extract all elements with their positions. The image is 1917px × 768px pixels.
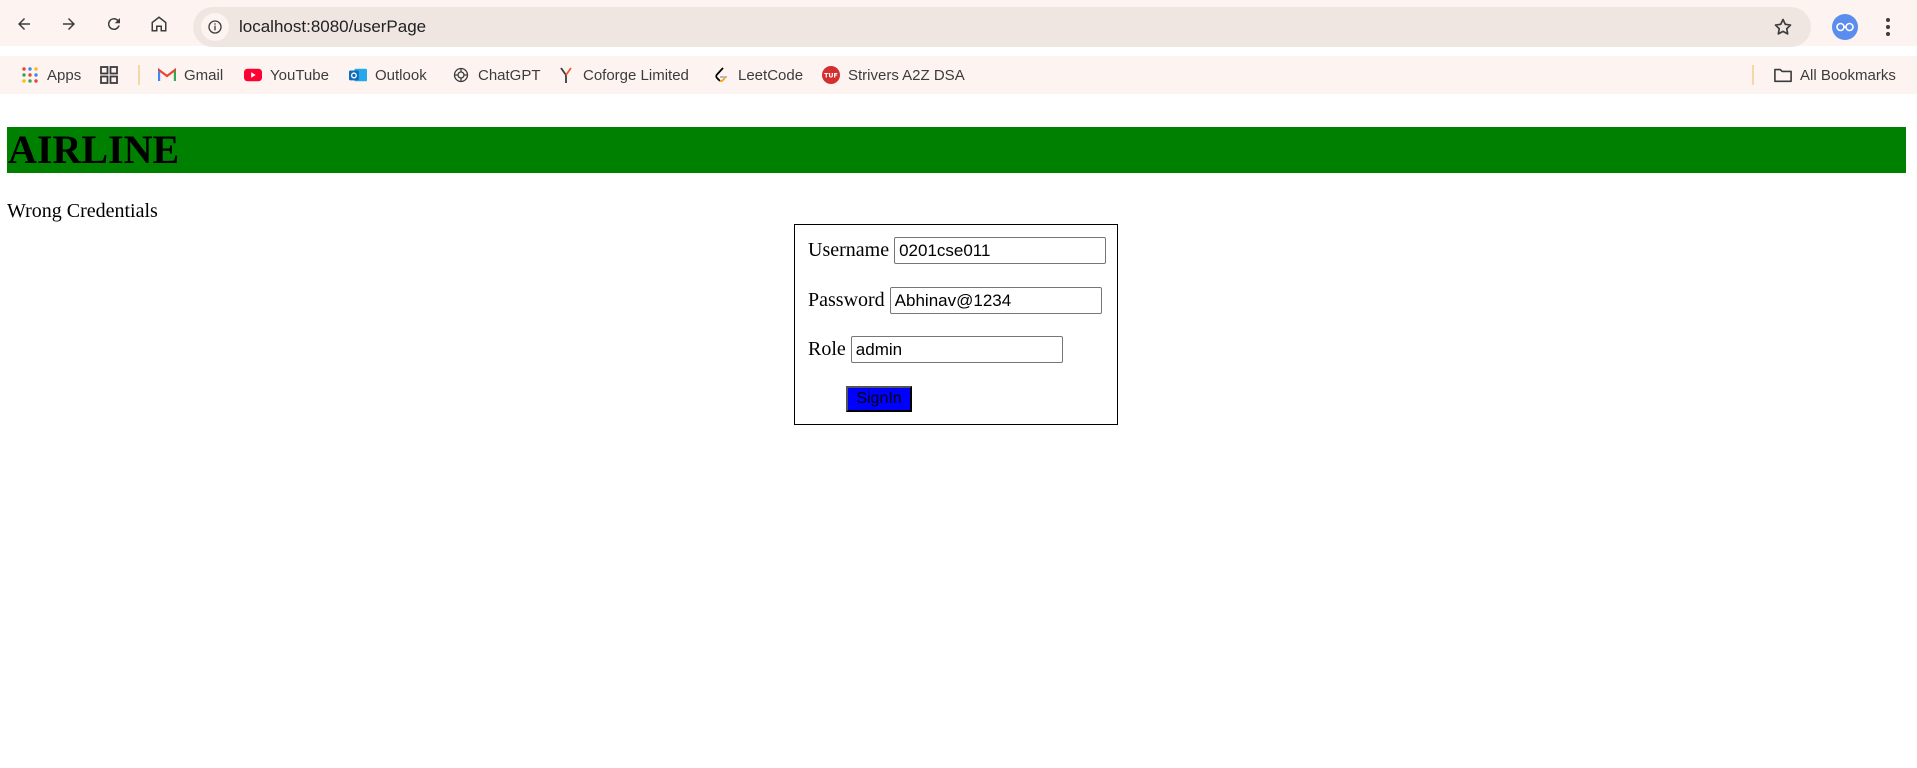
password-row: Password <box>808 287 1102 314</box>
error-message: Wrong Credentials <box>7 200 158 222</box>
bookmark-gmail[interactable]: Gmail <box>158 64 223 86</box>
back-button[interactable] <box>10 10 38 38</box>
home-icon <box>151 16 167 32</box>
info-icon <box>208 20 222 34</box>
youtube-icon <box>244 66 262 84</box>
signin-button[interactable]: SignIn <box>846 386 912 412</box>
bookmark-label: LeetCode <box>738 66 804 84</box>
chatgpt-icon <box>452 66 470 84</box>
username-label: Username <box>808 239 890 261</box>
site-header: AIRLINE <box>7 127 1906 173</box>
all-bookmarks-label: All Bookmarks <box>1800 66 1896 84</box>
bookmarks-divider <box>1752 65 1754 85</box>
bookmark-youtube[interactable]: YouTube <box>244 64 329 86</box>
home-button[interactable] <box>145 10 173 38</box>
bookmark-label: Apps <box>47 66 82 84</box>
bookmark-label: ChatGPT <box>478 66 541 84</box>
apps-grid-icon <box>21 66 39 84</box>
bookmark-label: Gmail <box>184 66 224 84</box>
username-field[interactable] <box>894 237 1107 264</box>
arrow-right-icon <box>63 18 75 30</box>
address-bar[interactable]: localhost:8080/userPage <box>193 7 1811 47</box>
bookmark-label: Outlook <box>375 66 427 84</box>
bookmark-label: YouTube <box>270 66 329 84</box>
role-label: Role <box>808 338 846 360</box>
role-row: Role <box>808 336 1063 363</box>
folder-icon <box>1774 66 1792 84</box>
bookmarks-divider <box>138 65 140 85</box>
leetcode-icon <box>712 66 730 84</box>
bookmark-coforge[interactable]: Coforge Limited <box>557 64 689 86</box>
bookmark-leetcode[interactable]: LeetCode <box>712 64 803 86</box>
page-title: AIRLINE <box>8 127 180 172</box>
bookmark-outlook[interactable]: Outlook <box>349 64 427 86</box>
tab-groups-icon <box>100 66 118 84</box>
reload-button[interactable] <box>100 10 128 38</box>
outlook-icon <box>349 66 367 84</box>
browser-toolbar: localhost:8080/userPage <box>0 0 1917 47</box>
bookmark-label: Coforge Limited <box>583 66 689 84</box>
bookmark-strivers[interactable]: TUF Strivers A2Z DSA <box>822 64 965 86</box>
login-form: Username Password Role SignIn <box>794 224 1118 425</box>
password-label: Password <box>808 289 885 311</box>
gmail-icon <box>158 66 176 84</box>
bookmark-chatgpt[interactable]: ChatGPT <box>452 64 541 86</box>
coforge-icon <box>557 66 575 84</box>
svg-text:TUF: TUF <box>824 73 838 80</box>
profile-icon <box>1836 22 1854 32</box>
username-row: Username <box>808 237 1107 264</box>
tuf-icon: TUF <box>822 66 840 84</box>
arrow-left-icon <box>18 18 30 30</box>
star-icon <box>1774 18 1792 35</box>
forward-button[interactable] <box>55 10 83 38</box>
role-field[interactable] <box>850 336 1063 363</box>
browser-menu-button[interactable] <box>1878 14 1898 40</box>
bookmark-label: Strivers A2Z DSA <box>848 66 965 84</box>
profile-avatar[interactable] <box>1832 14 1858 40</box>
bookmark-star-button[interactable] <box>1771 15 1795 39</box>
reload-icon <box>107 18 120 31</box>
bookmarks-bar: Apps Gmail YouTube Outlook ChatGPT Cofor… <box>0 56 1917 94</box>
url-text[interactable]: localhost:8080/userPage <box>239 17 426 37</box>
site-info-button[interactable] <box>201 13 229 41</box>
bookmark-tab-groups[interactable] <box>100 64 118 86</box>
bookmark-apps[interactable]: Apps <box>21 64 81 86</box>
all-bookmarks-button[interactable]: All Bookmarks <box>1774 64 1896 86</box>
password-field[interactable] <box>889 287 1102 314</box>
kebab-menu-icon <box>1886 18 1890 36</box>
